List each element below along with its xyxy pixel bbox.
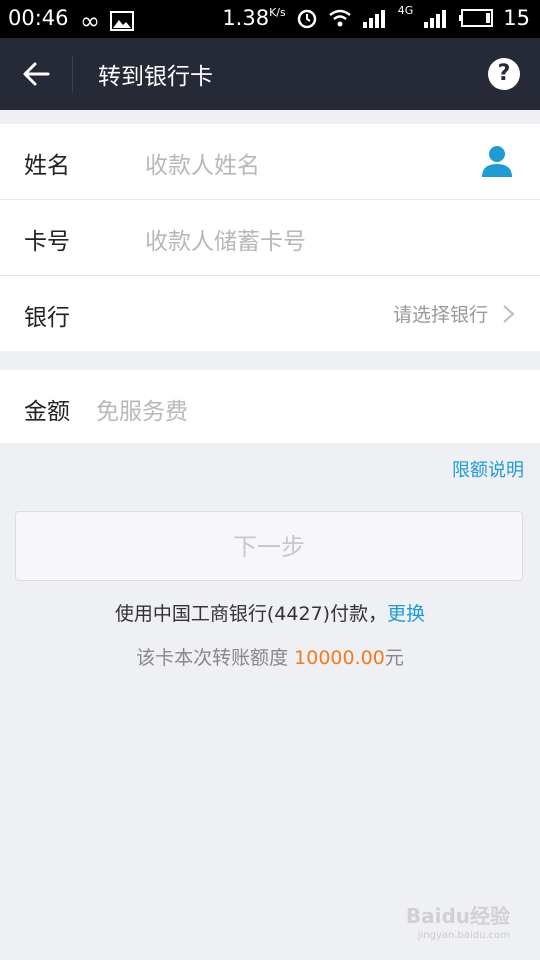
status-bar: 00:46 ∞ 1.38K/s 4G 15	[0, 0, 540, 38]
transfer-quota: 该卡本次转账额度 10000.00元	[0, 643, 540, 670]
image-icon	[110, 11, 134, 31]
battery-icon	[459, 9, 494, 27]
payment-method-info: 使用中国工商银行(4427)付款，更换	[0, 599, 540, 626]
status-right: 1.38K/s 4G 15	[222, 3, 530, 31]
bank-select[interactable]: 请选择银行	[393, 300, 488, 327]
header-divider	[72, 56, 73, 92]
back-arrow-icon[interactable]	[20, 58, 52, 90]
chevron-right-icon	[503, 305, 515, 323]
watermark-url: jingyan.baidu.com	[417, 930, 510, 941]
next-step-button[interactable]: 下一步	[15, 511, 523, 581]
card-number-input[interactable]: 收款人储蓄卡号	[145, 222, 306, 256]
limit-info-link[interactable]: 限额说明	[452, 456, 524, 482]
page-title: 转到银行卡	[98, 64, 213, 90]
name-input[interactable]: 收款人姓名	[145, 146, 260, 180]
watermark-logo: Baidu经验	[405, 904, 510, 928]
bank-label: 银行	[24, 305, 70, 331]
app-bar: 转到银行卡 ?	[0, 38, 540, 110]
signal-icon	[362, 10, 385, 28]
alarm-icon	[297, 9, 316, 29]
status-left-icons: ∞	[80, 7, 134, 35]
help-button[interactable]: ?	[488, 58, 520, 90]
network-type: 4G	[397, 3, 414, 17]
amount-row: 金额 免服务费	[0, 370, 540, 443]
bank-row[interactable]: 银行 请选择银行	[0, 276, 540, 351]
recipient-form: 姓名 收款人姓名 卡号 收款人储蓄卡号 银行 请选择银行	[0, 124, 540, 351]
quota-label: 该卡本次转账额度	[136, 647, 295, 669]
amount-input[interactable]: 免服务费	[96, 392, 188, 426]
status-time: 00:46	[8, 6, 69, 30]
wifi-icon	[328, 9, 351, 27]
card-row: 卡号 收款人储蓄卡号	[0, 200, 540, 276]
card-label: 卡号	[24, 229, 70, 255]
quota-unit: 元	[384, 647, 404, 669]
change-card-link[interactable]: 更换	[387, 603, 425, 625]
infinity-icon: ∞	[80, 7, 100, 35]
network-speed: 1.38K/s	[222, 6, 286, 30]
amount-form: 金额 免服务费	[0, 370, 540, 443]
name-row: 姓名 收款人姓名	[0, 124, 540, 200]
battery-level: 15	[503, 6, 530, 30]
signal-icon-2	[424, 10, 447, 28]
name-label: 姓名	[24, 153, 70, 179]
amount-label: 金额	[24, 399, 70, 425]
payment-method-text: 使用中国工商银行(4427)付款，	[114, 603, 388, 625]
quota-amount: 10000.00	[294, 647, 385, 669]
contact-icon[interactable]	[480, 143, 514, 177]
